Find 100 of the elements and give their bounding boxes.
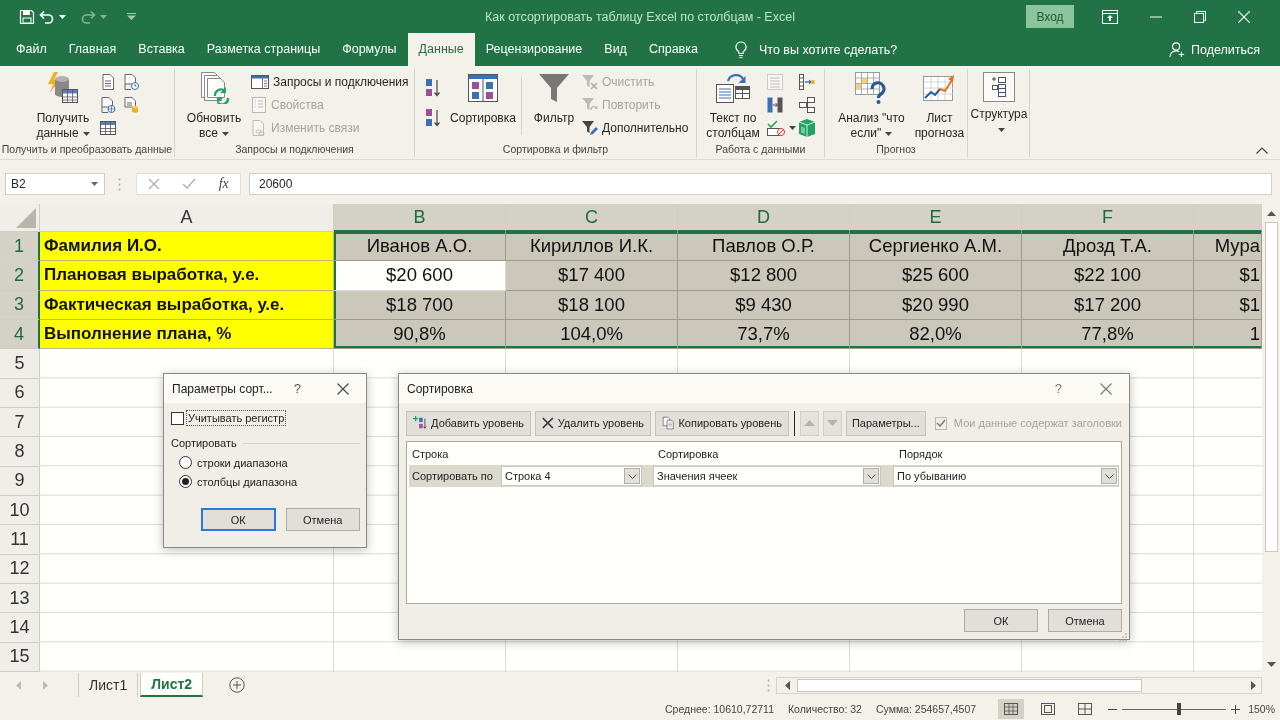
column-header[interactable]: B (334, 204, 506, 232)
sort-button[interactable]: Сортировка (447, 69, 519, 126)
save-icon[interactable] (19, 8, 35, 25)
lightbulb-icon[interactable] (734, 40, 747, 59)
add-sheet-icon[interactable] (229, 677, 246, 693)
column-header[interactable]: D (678, 204, 850, 232)
spreadsheet-cell[interactable]: 73,7% (678, 320, 850, 350)
order-dropdown[interactable]: По убыванию (893, 466, 1119, 486)
ok-button[interactable]: ОК (964, 609, 1038, 632)
cancel-button[interactable]: Отмена (1048, 609, 1122, 632)
spreadsheet-cell[interactable]: Кириллов И.К. (506, 232, 678, 262)
filter-button[interactable]: Фильтр (532, 69, 576, 126)
row-header[interactable]: 3 (0, 290, 40, 320)
zoom-in-icon[interactable] (1231, 704, 1241, 714)
ribbon-tab[interactable]: Файл (5, 33, 58, 66)
spreadsheet-cell[interactable]: $25 600 (850, 261, 1022, 291)
name-box[interactable]: B2 (5, 173, 105, 195)
tell-me-field[interactable]: Что вы хотите сделать? (758, 42, 929, 57)
outline-button[interactable]: Структура (970, 69, 1028, 137)
row-header[interactable]: 14 (0, 613, 40, 643)
spreadsheet-cell[interactable]: $12 800 (678, 261, 850, 291)
column-header[interactable]: E (850, 204, 1022, 232)
share-button[interactable]: Поделиться (1168, 33, 1260, 66)
spreadsheet-cell[interactable]: 90,8% (334, 320, 506, 350)
clock-document-icon[interactable] (123, 74, 139, 90)
spreadsheet-cell[interactable]: Плановая выработка, у.е. (40, 261, 334, 291)
row-header[interactable]: 1 (0, 232, 40, 262)
sheet-tab[interactable]: Лист1 (78, 673, 139, 697)
scroll-left-icon[interactable] (785, 680, 790, 690)
zoom-level[interactable]: 150% (1248, 703, 1275, 715)
ribbon-tab[interactable]: Вид (593, 33, 638, 66)
radio-button[interactable] (179, 475, 192, 488)
cancel-button[interactable]: Отмена (285, 508, 360, 531)
resize-grip-icon[interactable] (1119, 633, 1127, 641)
ribbon-tab[interactable]: Рецензирование (474, 33, 594, 66)
spreadsheet-cell[interactable]: 104,0% (506, 320, 678, 350)
dropdown-button[interactable] (863, 468, 879, 484)
spreadsheet-cell[interactable]: Сергиенко А.М. (850, 232, 1022, 262)
spreadsheet-cell[interactable]: $9 430 (678, 290, 850, 320)
what-if-analysis-button[interactable]: Анализ "что если" (833, 69, 910, 141)
spreadsheet-cell[interactable]: $18 100 (506, 290, 678, 320)
spreadsheet-cell[interactable]: Павлов О.Р. (678, 232, 850, 262)
row-header[interactable]: 4 (0, 320, 40, 350)
text-to-columns-button[interactable]: Текст по столбцам (703, 69, 763, 141)
row-header[interactable]: 5 (0, 349, 40, 379)
add-level-button[interactable]: Добавить уровень (406, 410, 531, 436)
spreadsheet-cell[interactable]: $17 400 (506, 261, 678, 291)
database-document-icon[interactable] (123, 97, 139, 113)
copy-level-button[interactable]: Копировать уровень (655, 410, 789, 436)
horizontal-scrollbar[interactable] (776, 676, 1262, 694)
customize-caret-icon[interactable] (127, 13, 136, 20)
radio-label[interactable]: столбцы диапазона (197, 475, 298, 488)
dropdown-button[interactable] (624, 468, 640, 484)
column-arrow-icon[interactable] (799, 73, 815, 90)
row-header[interactable]: 9 (0, 466, 40, 496)
spreadsheet-cell[interactable]: Иванов А.О. (334, 232, 506, 262)
column-header[interactable]: C (506, 204, 678, 232)
sheet-tab[interactable]: Лист2 (140, 673, 204, 697)
ribbon-tab[interactable]: Разметка страницы (195, 33, 332, 66)
help-button[interactable]: ? (1054, 381, 1062, 396)
ribbon-tab[interactable]: Данные (407, 33, 475, 66)
spreadsheet-cell[interactable]: Выполнение плана, % (40, 320, 334, 350)
row-header[interactable]: 2 (0, 261, 40, 291)
ribbon-tab[interactable]: Вставка (127, 33, 196, 66)
sort-level-row[interactable]: Сортировать по Строка 4 Значения ячеек По убыванию (409, 465, 1119, 487)
validation-icon[interactable] (767, 119, 785, 136)
caret-icon[interactable] (91, 182, 98, 186)
dropdown-button[interactable] (1101, 468, 1117, 484)
spreadsheet-cell[interactable]: Дрозд Т.А. (1022, 232, 1194, 262)
scroll-up-icon[interactable] (1266, 211, 1276, 216)
zoom-slider-thumb[interactable] (1177, 703, 1182, 715)
row-header[interactable]: 6 (0, 378, 40, 408)
close-icon[interactable] (337, 382, 349, 395)
globe-document-icon[interactable] (100, 97, 116, 113)
scroll-right-icon[interactable] (1251, 680, 1256, 690)
queries-connections-button[interactable]: Запросы и подключения (251, 70, 409, 93)
spreadsheet-cell[interactable]: 1 (1194, 320, 1262, 350)
spreadsheet-cell[interactable]: $1 (1194, 290, 1262, 320)
row-header[interactable]: 15 (0, 642, 40, 672)
radio-button[interactable] (179, 456, 192, 469)
sort-ascending-icon[interactable] (425, 78, 441, 98)
row-header[interactable]: 13 (0, 583, 40, 614)
table-icon[interactable] (100, 120, 116, 136)
refresh-all-button[interactable]: Обновить все (183, 69, 245, 141)
checkmark-icon[interactable] (182, 178, 197, 190)
ribbon-tab[interactable]: Справка (637, 33, 709, 66)
scroll-down-icon[interactable] (1266, 662, 1276, 667)
advanced-button[interactable]: Дополнительно (582, 116, 689, 139)
forecast-sheet-button[interactable]: Лист прогноза (911, 69, 967, 141)
spreadsheet-cell[interactable]: 82,0% (850, 320, 1022, 350)
row-header[interactable]: 8 (0, 437, 40, 467)
spreadsheet-cell[interactable]: Фамилия И.О. (40, 232, 334, 262)
caret-icon[interactable] (789, 125, 796, 130)
row-header[interactable]: 10 (0, 495, 40, 526)
relationships-icon[interactable] (799, 96, 815, 113)
ok-button[interactable]: ОК (201, 508, 276, 531)
row-header[interactable]: 7 (0, 407, 40, 438)
insert-function-button[interactable]: fx (218, 176, 229, 192)
undo-icon[interactable] (39, 8, 55, 25)
ribbon-tab[interactable]: Главная (57, 33, 128, 66)
